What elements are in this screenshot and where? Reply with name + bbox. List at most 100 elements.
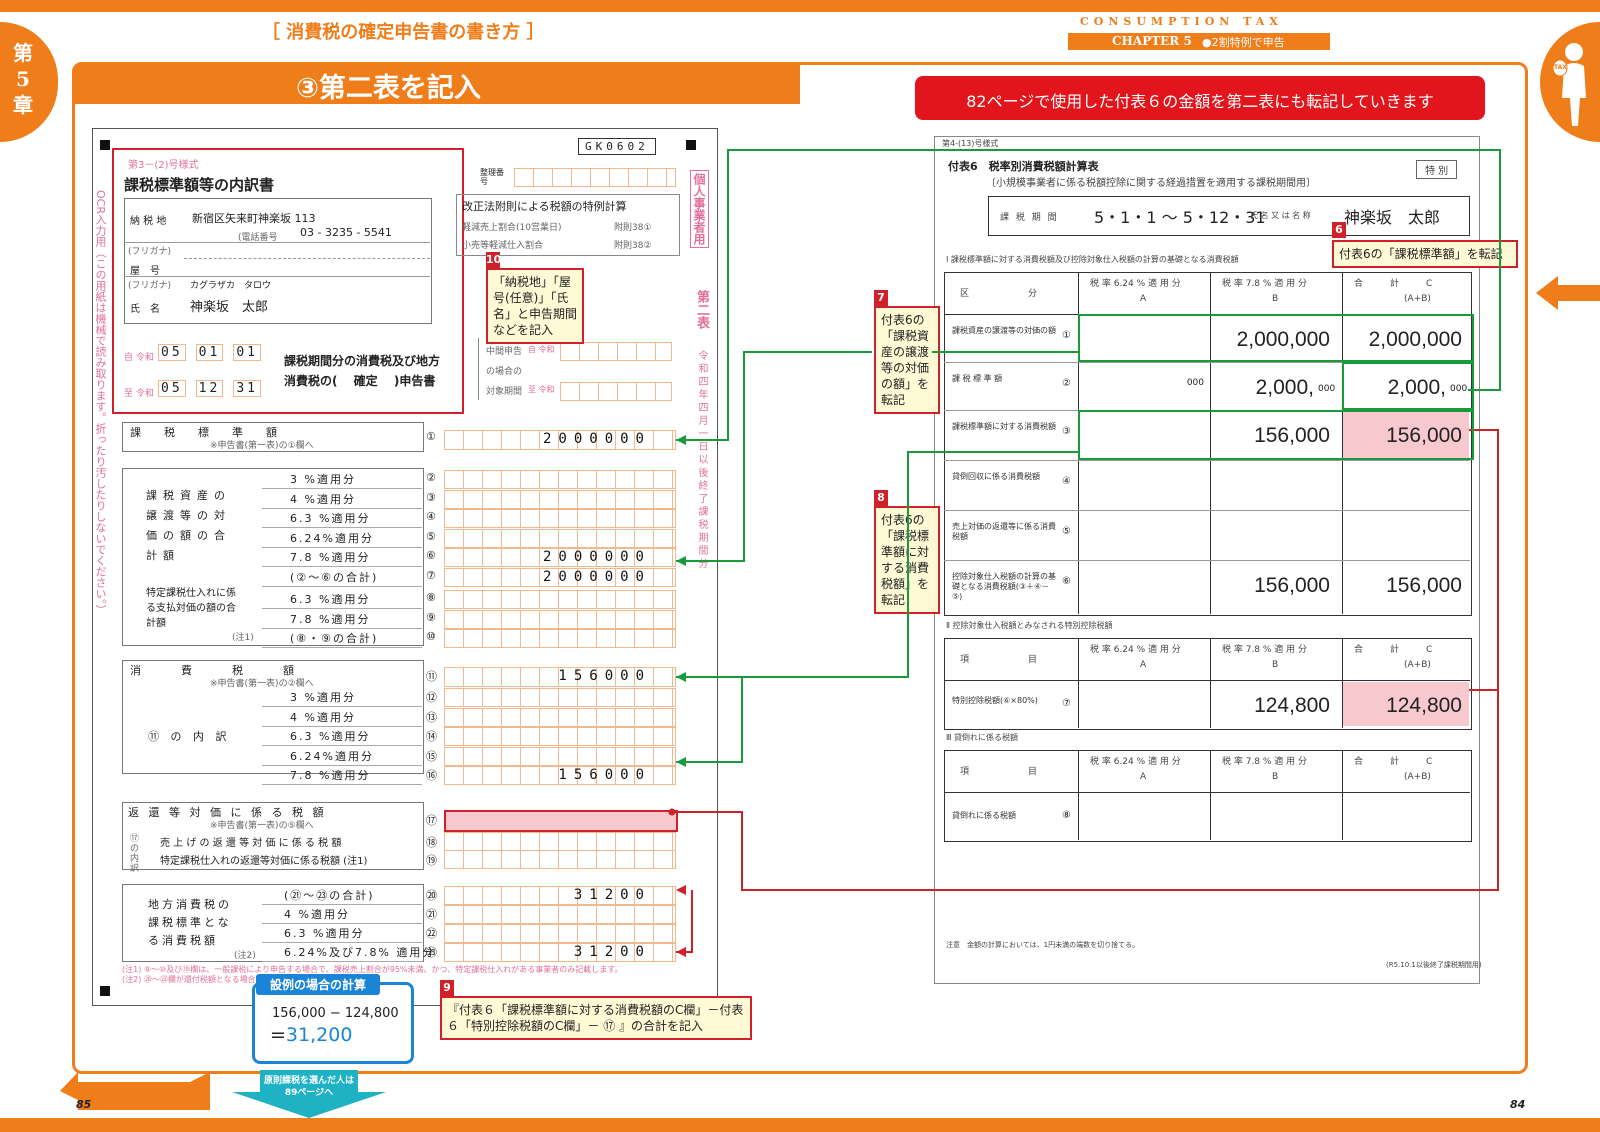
row-divider xyxy=(262,942,422,943)
group2-no: ⑩ xyxy=(426,630,436,643)
row-divider xyxy=(262,725,422,727)
group1-cells: 2000000 xyxy=(444,548,676,567)
nav-note-arrow[interactable]: 原則課税を選んだ人は 89ページへ xyxy=(232,1070,386,1118)
t6-row-label: 控除対象仕入税額の計算の基礎となる消費税額(③＋④－⑤) xyxy=(952,572,1056,601)
group3-cells xyxy=(444,707,676,727)
table-divider xyxy=(944,510,1470,511)
group2-no: ⑧ xyxy=(426,591,436,604)
row-divider xyxy=(262,608,422,609)
group1-no: ⑦ xyxy=(426,568,436,582)
t6-row-no: ① xyxy=(1062,330,1071,341)
t6-cell-b: 124,800 xyxy=(1254,694,1330,717)
row-divider xyxy=(262,904,422,905)
table-col-sub: A xyxy=(1140,294,1147,304)
table-divider xyxy=(944,680,1470,681)
group3-label: 6.24%適用分 xyxy=(290,749,374,763)
group1-label: 6.24%適用分 xyxy=(290,531,374,545)
group4-cells xyxy=(444,905,676,924)
group1-label: 4 %適用分 xyxy=(290,492,356,506)
row-divider xyxy=(262,527,422,528)
group1-label: 3 %適用分 xyxy=(290,473,356,486)
table-col-sub: B xyxy=(1272,660,1279,670)
t6-cell-c: 156,000 xyxy=(1386,574,1462,597)
table-divider xyxy=(944,792,1470,793)
group4-cells: 31200 xyxy=(444,886,676,905)
group3-no: ⑮ xyxy=(426,749,437,763)
group3-label: 3 %適用分 xyxy=(290,691,356,704)
table-col-divider xyxy=(1342,750,1343,840)
group1-cells xyxy=(444,509,676,528)
group2-cells xyxy=(444,590,676,609)
group4-label: 6.3 %適用分 xyxy=(284,927,365,940)
group4-no: ⑳ xyxy=(426,889,437,902)
group1-no: ⑤ xyxy=(426,529,436,543)
table-col-header: 税 率 7.8 % 適 用 分 xyxy=(1222,645,1308,655)
row-divider xyxy=(262,627,422,629)
table-col-header: 税 率 6.24 % 適 用 分 xyxy=(1090,757,1181,767)
green-highlight-row3 xyxy=(1078,410,1474,460)
row-divider xyxy=(262,764,422,766)
group4-cells xyxy=(444,924,676,943)
t6-row-label: 課 税 標 準 額 xyxy=(952,374,1003,383)
t6-row-label: 課税標準額に対する消費税額 xyxy=(952,422,1056,431)
table-col-divider xyxy=(1078,638,1079,728)
table-col-sub: (A+B) xyxy=(1404,294,1431,304)
group1-label: 7.8 %適用分 xyxy=(290,551,371,564)
table-col-header: 合 計 C xyxy=(1354,645,1433,655)
t6-row-label: 貸倒れに係る税額 xyxy=(952,811,1016,820)
group2-label: (⑧・⑨の合計) xyxy=(290,632,379,645)
group1-cells: 2000000 xyxy=(444,567,676,587)
table-col-sub: A xyxy=(1140,660,1147,670)
group2-cells xyxy=(444,609,676,629)
table-col-header: 合 計 C xyxy=(1354,757,1433,767)
table-col-sub: B xyxy=(1272,294,1279,304)
row-divider xyxy=(262,923,422,924)
group4-no: ㉓ xyxy=(426,946,437,959)
connector-lines xyxy=(668,149,1501,957)
table-col-header: 税 率 7.8 % 適 用 分 xyxy=(1222,279,1308,289)
table-col-header: 税 率 6.24 % 適 用 分 xyxy=(1090,279,1181,289)
group3-cells xyxy=(444,688,676,707)
group3-label: 7.8 %適用分 xyxy=(290,769,371,782)
group3-cells xyxy=(444,746,676,766)
group1-cells xyxy=(444,528,676,548)
group1-value: 2000000 xyxy=(542,549,651,565)
page-number-right: 84 xyxy=(1510,1098,1526,1111)
row-divider xyxy=(262,585,422,587)
group1-no: ④ xyxy=(426,510,436,523)
t6-row-no: ② xyxy=(1062,378,1071,389)
t6-row-no: ⑥ xyxy=(1062,576,1071,587)
group3-cells xyxy=(444,727,676,746)
group2-label: 7.8 %適用分 xyxy=(290,612,371,626)
group1-no: ⑥ xyxy=(426,549,436,562)
t6-row-label: 課税資産の譲渡等の対価の額 xyxy=(952,326,1056,335)
table-col-sub: A xyxy=(1140,772,1147,782)
table-divider xyxy=(944,460,1470,461)
t6-cell-b: 156,000 xyxy=(1254,574,1330,597)
group3-value: 156000 xyxy=(558,767,651,783)
t6-cell-a: 000 xyxy=(1186,378,1204,388)
table-col-header: 項 目 xyxy=(960,767,1046,777)
group3-no: ⑯ xyxy=(426,769,437,782)
group1-no: ③ xyxy=(426,490,436,504)
group4-no: ㉒ xyxy=(426,927,437,940)
next-arrow-icon[interactable] xyxy=(1536,276,1600,310)
group4-cells: 31200 xyxy=(444,943,676,962)
group1-no: ② xyxy=(426,471,436,484)
t6-row-label: 売上対価の返還等に係る消費税額 xyxy=(952,522,1056,541)
t6-row-label: 特別控除税額(⑥×80%) xyxy=(952,696,1038,705)
row-divider xyxy=(262,784,422,785)
t6-row-no: ④ xyxy=(1062,476,1071,487)
table-col-header: 合 計 C xyxy=(1354,279,1433,289)
table-col-divider xyxy=(1078,750,1079,840)
group3-label: 6.3 %適用分 xyxy=(290,730,371,743)
row-divider xyxy=(262,745,422,746)
row-divider xyxy=(262,647,422,648)
row-divider xyxy=(262,961,422,962)
group3-no: ⑫ xyxy=(426,691,437,704)
group3-cells: 156000 xyxy=(444,766,676,785)
page-number-left: 85 xyxy=(76,1098,92,1111)
group4-label: 4 %適用分 xyxy=(284,908,350,921)
group1-value: 2000000 xyxy=(542,568,651,585)
group2-no: ⑨ xyxy=(426,610,436,624)
